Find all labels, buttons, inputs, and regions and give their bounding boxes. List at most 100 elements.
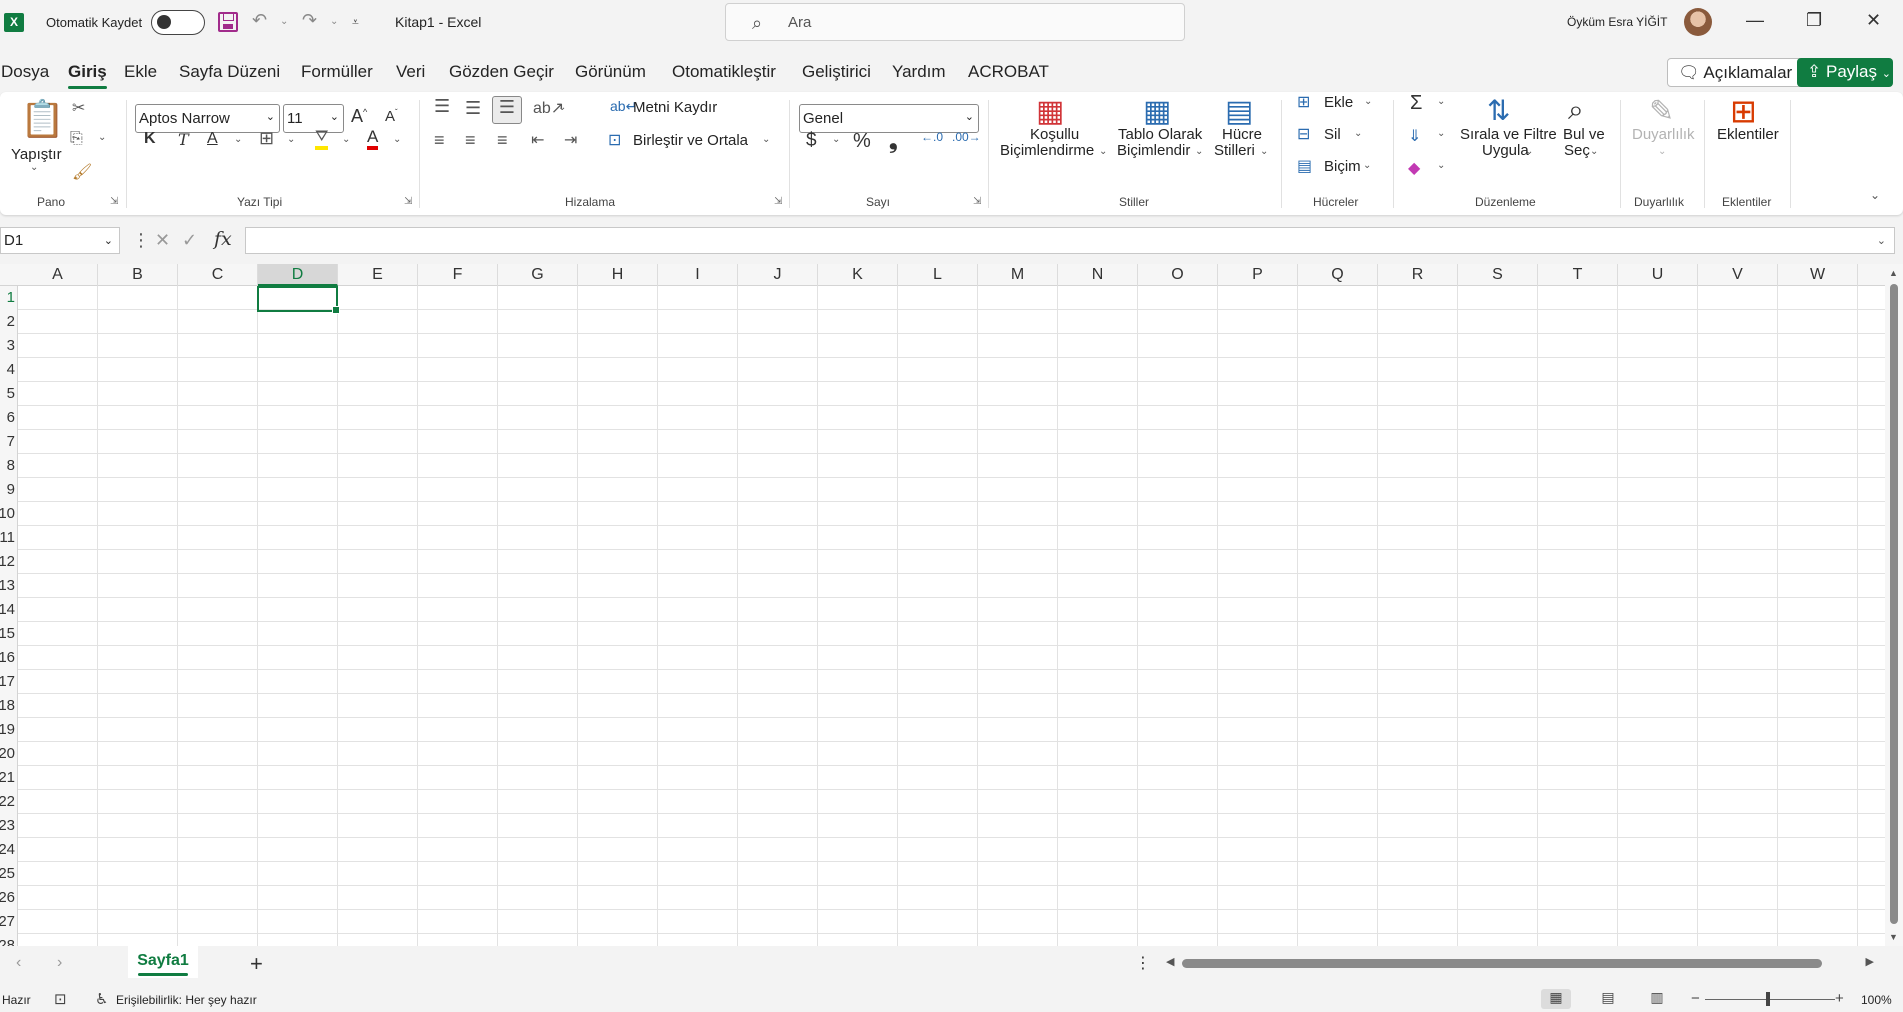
align-top-icon[interactable]: ☰ [434, 96, 450, 117]
format-cells-icon[interactable]: ▤ [1297, 156, 1312, 176]
tab-veri[interactable]: Veri [396, 62, 425, 82]
tab-formuller[interactable]: Formüller [301, 62, 373, 82]
column-header[interactable]: N [1058, 264, 1138, 286]
column-header[interactable]: M [978, 264, 1058, 286]
name-box[interactable]: D1 ⌄ [0, 227, 120, 254]
copy-icon[interactable]: ⎘ [70, 130, 83, 148]
orientation-dropdown-icon[interactable]: ⌄ [558, 102, 566, 113]
paste-icon[interactable]: 📋 [20, 98, 65, 140]
number-launcher-icon[interactable]: ⇲ [973, 196, 981, 207]
column-header[interactable]: H [578, 264, 658, 286]
comma-style-icon[interactable]: ❟ [889, 128, 898, 154]
clipboard-launcher-icon[interactable]: ⇲ [110, 196, 118, 207]
normal-view-icon[interactable]: ▦ [1541, 989, 1571, 1009]
redo-icon[interactable]: ↷ [302, 10, 317, 31]
font-size-select[interactable]: 11 ⌄ [283, 104, 344, 133]
vertical-scrollbar[interactable]: ▲ ▼ [1885, 264, 1903, 946]
cell-styles-icon[interactable]: ▤ [1225, 94, 1253, 129]
column-header[interactable]: J [738, 264, 818, 286]
chevron-down-icon[interactable]: ⌄ [1437, 160, 1445, 171]
row-header[interactable]: 6 [0, 406, 15, 430]
chevron-down-icon[interactable]: ⌄ [1364, 96, 1372, 107]
row-header[interactable]: 7 [0, 430, 15, 454]
tab-ekle[interactable]: Ekle [124, 62, 157, 82]
tab-yardim[interactable]: Yardım [892, 62, 946, 82]
row-header[interactable]: 22 [0, 790, 15, 814]
scroll-left-icon[interactable]: ◀ [1166, 955, 1174, 968]
column-header[interactable]: F [418, 264, 498, 286]
tab-dosya[interactable]: Dosya [1, 62, 49, 82]
decrease-font-size-icon[interactable]: Aˇ [385, 108, 398, 125]
zoom-slider[interactable] [1705, 999, 1835, 1000]
column-header[interactable]: B [98, 264, 178, 286]
format-as-table-label-1[interactable]: Tablo Olarak [1118, 126, 1202, 143]
format-painter-icon[interactable]: 🖌 [72, 162, 92, 182]
tab-gorunum[interactable]: Görünüm [575, 62, 646, 82]
zoom-slider-thumb[interactable] [1766, 992, 1770, 1006]
chevron-down-icon[interactable]: ⌄ [1525, 146, 1533, 157]
chevron-down-icon[interactable]: ⌄ [1354, 128, 1362, 139]
row-header[interactable]: 23 [0, 814, 15, 838]
column-header[interactable]: S [1458, 264, 1538, 286]
share-button[interactable]: ⇪ Paylaş ⌄ [1797, 58, 1893, 87]
conditional-formatting-label-2[interactable]: Biçimlendirme [1000, 142, 1094, 159]
macro-record-icon[interactable]: ⊡ [54, 990, 67, 1008]
horizontal-scroll-thumb[interactable] [1182, 959, 1822, 968]
enter-icon[interactable]: ✓ [182, 230, 197, 251]
expand-formula-bar-icon[interactable]: ⌄ [1877, 234, 1886, 247]
column-header[interactable]: R [1378, 264, 1458, 286]
more-options-icon[interactable]: ⋮ [1135, 953, 1151, 973]
column-header[interactable]: I [658, 264, 738, 286]
copy-dropdown-icon[interactable]: ⌄ [98, 132, 106, 143]
align-right-icon[interactable]: ≡ [497, 130, 508, 151]
row-header[interactable]: 27 [0, 910, 15, 934]
row-header[interactable]: 5 [0, 382, 15, 406]
undo-dropdown-icon[interactable]: ⌄ [280, 16, 288, 27]
chevron-down-icon[interactable]: ⌄ [1195, 146, 1203, 157]
italic-icon[interactable]: T [178, 130, 189, 149]
underline-icon[interactable]: A [207, 130, 218, 148]
column-header[interactable]: C [178, 264, 258, 286]
row-header[interactable]: 10 [0, 502, 15, 526]
insert-function-icon[interactable]: fx [214, 228, 232, 250]
conditional-formatting-icon[interactable]: ▦ [1036, 94, 1064, 129]
column-header[interactable]: T [1538, 264, 1618, 286]
merge-dropdown-icon[interactable]: ⌄ [762, 134, 770, 145]
percent-icon[interactable]: % [853, 130, 871, 153]
find-select-icon[interactable]: ⌕ [1568, 94, 1584, 127]
increase-indent-icon[interactable]: ⇥ [564, 130, 577, 150]
redo-dropdown-icon[interactable]: ⌄ [330, 16, 338, 27]
sensitivity-icon[interactable]: ✎ [1649, 94, 1674, 129]
active-cell[interactable] [257, 286, 340, 314]
decrease-decimal-icon[interactable]: .00→ [952, 130, 981, 144]
chevron-down-icon[interactable]: ⌄ [1260, 146, 1268, 157]
fill-dropdown-icon[interactable]: ⌄ [342, 134, 350, 145]
font-color-dropdown-icon[interactable]: ⌄ [393, 134, 401, 145]
accessibility-icon[interactable]: ♿ [95, 990, 108, 1008]
column-header[interactable]: D [258, 264, 338, 286]
row-header[interactable]: 28 [0, 934, 15, 946]
autosum-icon[interactable]: Σ [1410, 92, 1422, 115]
delete-cells-icon[interactable]: ⊟ [1297, 124, 1310, 144]
alignment-launcher-icon[interactable]: ⇲ [774, 196, 782, 207]
undo-icon[interactable]: ↶ [252, 10, 267, 31]
align-center-icon[interactable]: ≡ [465, 130, 476, 151]
insert-cells-label[interactable]: Ekle [1324, 94, 1353, 111]
cell-area[interactable] [18, 286, 1885, 946]
conditional-formatting-label-1[interactable]: Koşullu [1030, 126, 1079, 143]
decrease-indent-icon[interactable]: ⇤ [531, 130, 544, 150]
cell-styles-label-1[interactable]: Hücre [1222, 126, 1262, 143]
tab-sayfa-duzeni[interactable]: Sayfa Düzeni [179, 62, 280, 82]
column-header[interactable]: W [1778, 264, 1858, 286]
fill-icon[interactable]: ⇓ [1408, 126, 1421, 146]
tab-gozden-gecir[interactable]: Gözden Geçir [449, 62, 554, 82]
chevron-down-icon[interactable]: ⌄ [1099, 146, 1107, 157]
cell-styles-label-2[interactable]: Stilleri [1214, 142, 1255, 159]
row-header[interactable]: 25 [0, 862, 15, 886]
format-as-table-icon[interactable]: ▦ [1143, 94, 1171, 129]
zoom-out-icon[interactable]: − [1691, 990, 1700, 1007]
row-header[interactable]: 8 [0, 454, 15, 478]
tab-acrobat[interactable]: ACROBAT [968, 62, 1049, 82]
fill-color-icon[interactable]: ⛛ [315, 128, 329, 150]
row-header[interactable]: 1 [0, 286, 15, 310]
